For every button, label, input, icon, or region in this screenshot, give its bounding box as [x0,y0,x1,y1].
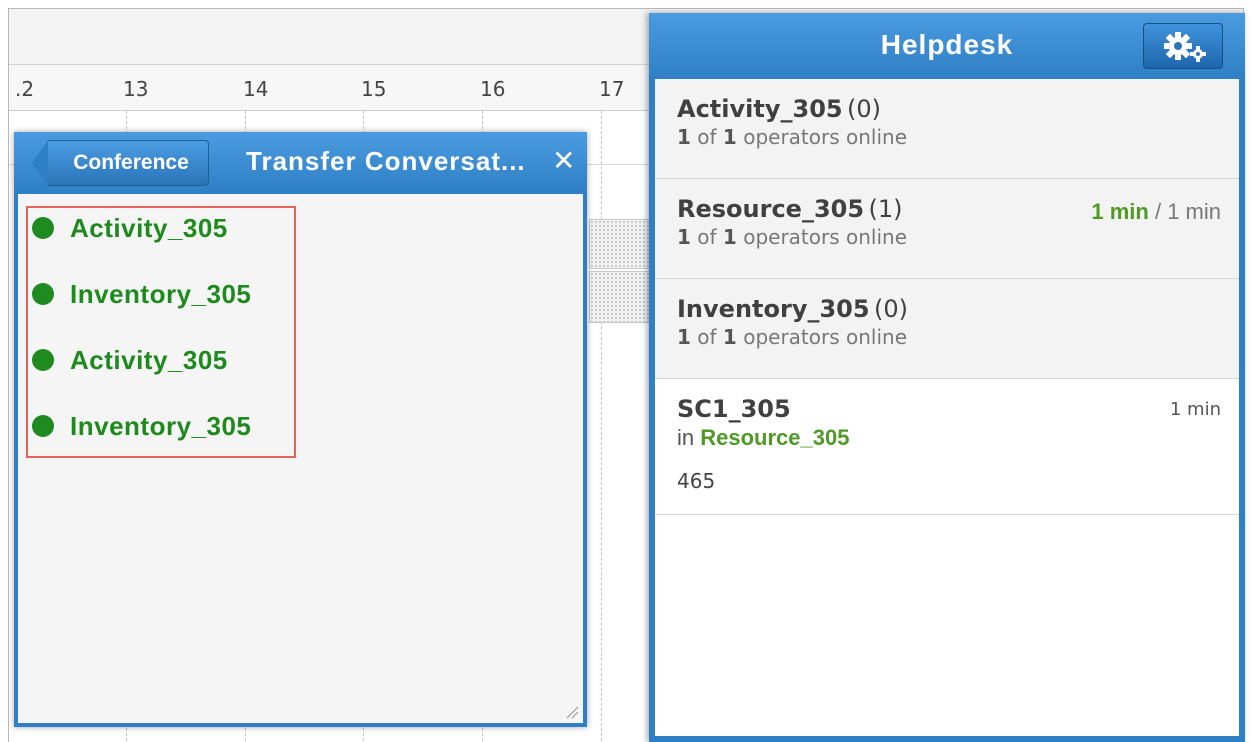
queue-label: Inventory_305 [70,410,252,441]
transfer-queue-item[interactable]: Inventory_305 [32,274,251,314]
operators-online: 1 of 1 operators online [677,125,908,149]
queue-row[interactable]: Resource_305 (1) 1 of 1 operators online… [655,179,1239,279]
conversation-name: SC1_305 [677,395,791,423]
conversation-time: 1 min [1169,399,1221,420]
transfer-queue-list: Activity_305 Inventory_305 Activity_305 … [18,194,583,723]
resize-handle-icon[interactable] [565,705,579,719]
operators-online: 1 of 1 operators online [677,225,908,249]
queue-name: Resource_305 [677,195,865,223]
online-status-icon [32,349,54,371]
hour-label: 15 [361,77,387,101]
hour-label: 14 [243,77,269,101]
hour-label: .2 [15,77,35,101]
hour-label: 16 [480,77,506,101]
conversation-queue: in Resource_305 [677,425,850,450]
queue-label: Activity_305 [70,212,228,243]
queue-count: (0) [874,295,909,323]
helpdesk-header: Helpdesk [649,13,1245,79]
queue-row[interactable]: Activity_305 (0) 1 of 1 operators online [655,79,1239,179]
settings-button[interactable] [1143,23,1223,69]
transfer-queue-item[interactable]: Activity_305 [32,208,228,248]
gears-icon [1164,32,1206,62]
transfer-queue-item[interactable]: Inventory_305 [32,406,251,446]
online-status-icon [32,415,54,437]
queue-name: Activity_305 [677,95,843,123]
hour-label: 13 [123,77,149,101]
queue-name: Inventory_305 [677,295,870,323]
close-icon[interactable]: ✕ [552,144,575,178]
online-status-icon [32,283,54,305]
transfer-window-title: Transfer Conversat... [246,146,526,176]
hour-gridline [601,111,602,742]
transfer-conversation-window: Conference Transfer Conversat... ✕ Activ… [14,132,587,727]
online-status-icon [32,217,54,239]
hour-label: 17 [599,77,625,101]
queue-count: (1) [868,195,903,223]
queue-row[interactable]: Inventory_305 (0) 1 of 1 operators onlin… [655,279,1239,379]
helpdesk-list: Activity_305 (0) 1 of 1 operators online… [655,79,1239,515]
operators-online: 1 of 1 operators online [677,325,908,349]
conversation-row[interactable]: SC1_305 in Resource_305 465 1 min [655,379,1239,515]
conversation-message: 465 [677,469,716,493]
helpdesk-panel: Helpdesk Activity_305 (0) 1 of 1 operato… [649,13,1245,742]
queue-wait-time: 1 min / 1 min [1091,199,1221,224]
queue-label: Inventory_305 [70,278,252,309]
transfer-queue-item[interactable]: Activity_305 [32,340,228,380]
queue-label: Activity_305 [70,344,228,375]
conference-button[interactable]: Conference [32,140,209,186]
queue-count: (0) [847,95,882,123]
transfer-window-header: Conference Transfer Conversat... ✕ [14,132,587,194]
